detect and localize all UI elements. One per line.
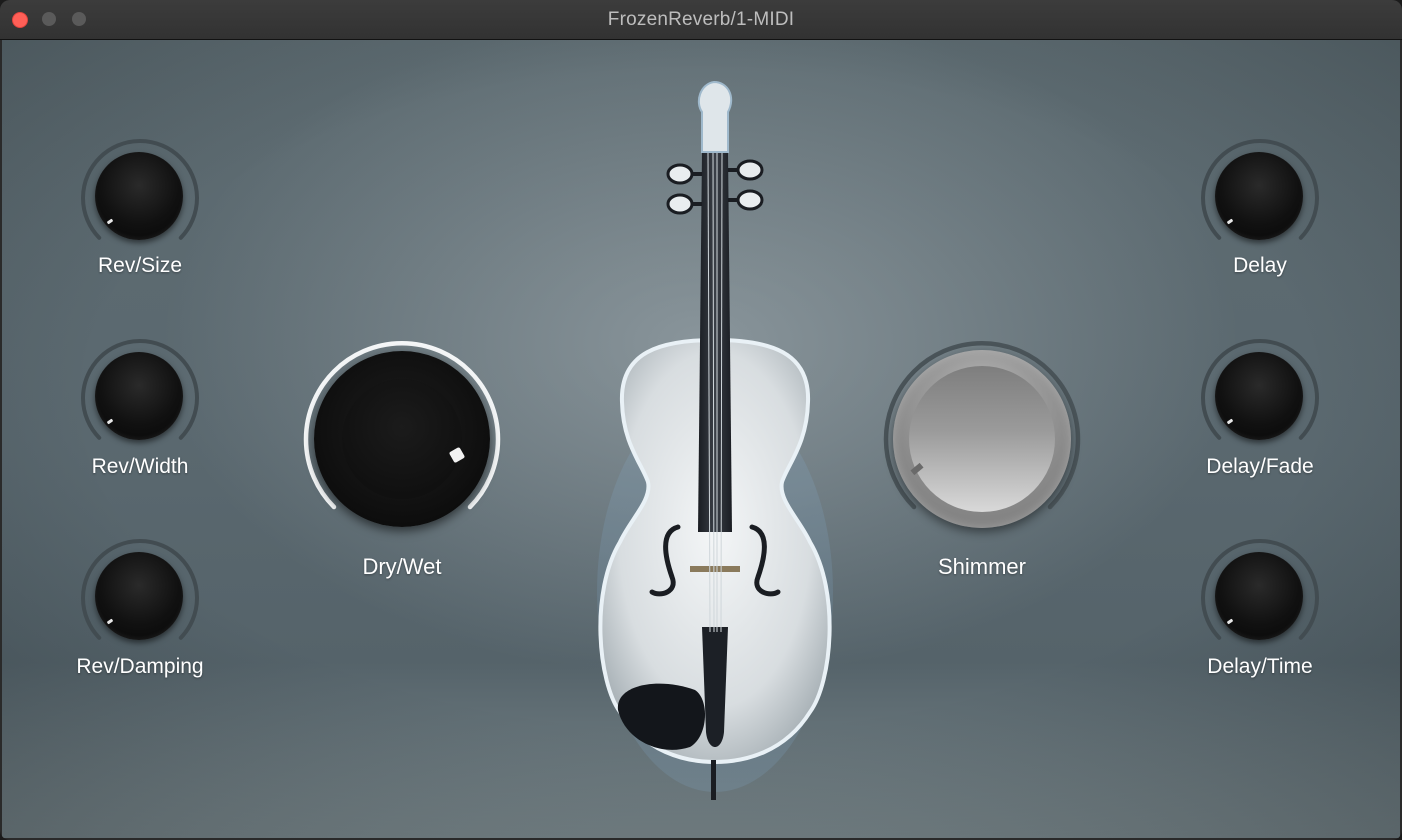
- rev-damping-label: Rev/Damping: [76, 655, 204, 678]
- delay-label: Delay: [1233, 254, 1287, 277]
- rev-size-label: Rev/Size: [97, 254, 183, 277]
- plugin-window: FrozenReverb/1-MIDI Rev/Size Rev/Width R…: [0, 0, 1402, 840]
- rev-width-label: Rev/Width: [91, 455, 189, 478]
- rev-size-knob[interactable]: [81, 138, 199, 256]
- rev-size-cap: [95, 152, 183, 240]
- dry-wet-center: [342, 379, 462, 499]
- delay-knob[interactable]: [1201, 138, 1319, 256]
- shimmer-knob[interactable]: [879, 336, 1085, 542]
- shimmer-label: Shimmer: [937, 554, 1026, 579]
- plugin-panel: Rev/Size Rev/Width Rev/Damping Delay Del…: [2, 40, 1400, 838]
- delay-time-cap: [1215, 552, 1303, 640]
- shimmer-center: [909, 366, 1055, 512]
- rev-width-knob[interactable]: [81, 338, 199, 456]
- title-bar: FrozenReverb/1-MIDI: [0, 0, 1402, 40]
- delay-cap: [1215, 152, 1303, 240]
- window-title: FrozenReverb/1-MIDI: [607, 9, 795, 30]
- dry-wet-label: Dry/Wet: [362, 554, 442, 579]
- shimmer-cap: [893, 350, 1071, 528]
- dry-wet-knob[interactable]: [299, 336, 505, 542]
- delay-fade-cap: [1215, 352, 1303, 440]
- delay-time-knob[interactable]: [1201, 538, 1319, 656]
- delay-fade-label: Delay/Fade: [1206, 455, 1314, 478]
- violin-icon: [590, 72, 840, 807]
- rev-width-cap: [95, 352, 183, 440]
- rev-damping-knob[interactable]: [81, 538, 199, 656]
- delay-fade-knob[interactable]: [1201, 338, 1319, 456]
- rev-damping-cap: [95, 552, 183, 640]
- dry-wet-cap: [314, 351, 490, 527]
- delay-time-label: Delay/Time: [1207, 655, 1313, 678]
